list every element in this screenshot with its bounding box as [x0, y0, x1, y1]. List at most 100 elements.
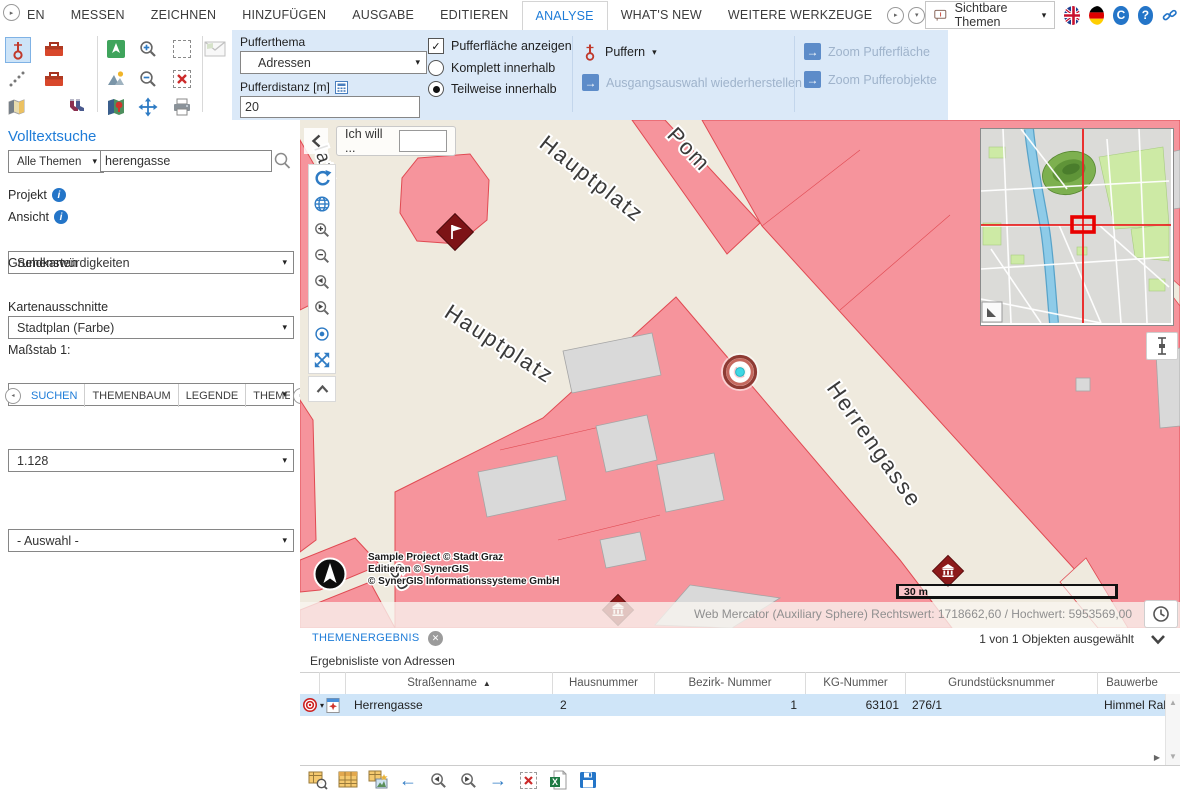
tab-legende[interactable]: LEGENDE — [179, 384, 247, 407]
previous-record-button[interactable]: ← — [396, 768, 420, 792]
menu-item-hinzufuegen[interactable]: HINZUFÜGEN — [229, 1, 339, 29]
bullseye-icon[interactable] — [302, 697, 318, 713]
save-results-button[interactable] — [576, 768, 600, 792]
partial-within-radio[interactable]: Teilweise innerhalb — [428, 81, 557, 97]
search-input[interactable]: herengasse — [100, 150, 272, 172]
ich-will-widget[interactable]: Ich will ... — [336, 126, 456, 156]
menu-item-whats-new[interactable]: WHAT'S NEW — [608, 1, 715, 29]
map-pin-button[interactable] — [104, 95, 128, 119]
scroll-right-icon[interactable]: ▶ — [1154, 753, 1160, 762]
visible-themes-dropdown[interactable]: i Sichtbare Themen ▾ — [925, 1, 1056, 29]
search-icon[interactable] — [272, 151, 292, 171]
scroll-up-icon[interactable]: ▲ — [1169, 698, 1177, 707]
column-grundstuecksnummer[interactable]: Grundstücksnummer — [906, 672, 1098, 694]
next-record-button[interactable]: → — [486, 768, 510, 792]
menu-item-weitere-werkzeuge[interactable]: WEITERE WERKZEUGE — [715, 1, 885, 29]
results-vertical-scrollbar[interactable]: ▲ ▼ — [1165, 694, 1180, 765]
collapse-map-toolbar-button[interactable] — [308, 376, 336, 402]
time-slider-button[interactable] — [1144, 600, 1178, 628]
map-viewport[interactable]: Hauptplatz Pom Hauptplatz Herrengasse So… — [300, 120, 1180, 628]
toolbox-button[interactable] — [42, 37, 66, 61]
row-target-cell[interactable] — [300, 694, 320, 716]
export-excel-button[interactable]: X — [546, 768, 570, 792]
column-bauwerber[interactable]: Bauwerbe — [1098, 672, 1166, 694]
menu-item-analyse[interactable]: ANALYSE — [521, 0, 608, 30]
zoom-to-object-icon[interactable] — [326, 697, 340, 714]
zoom-buffer-objects-button[interactable]: → Zoom Pufferobjekte — [804, 71, 937, 88]
result-row[interactable]: ▾ Herrengasse 2 1 63101 276/1 Himmel Ral… — [300, 694, 1166, 716]
complete-within-radio[interactable]: Komplett innerhalb — [428, 60, 555, 76]
scroll-down-icon[interactable]: ▼ — [1169, 752, 1177, 761]
clear-result-selection-button[interactable] — [516, 768, 540, 792]
selected-address-marker[interactable] — [721, 353, 759, 391]
zoom-next-result-button[interactable] — [456, 768, 480, 792]
show-buffer-area-checkbox[interactable]: ✓ Pufferfläche anzeigen — [428, 38, 572, 54]
form-view-button[interactable] — [366, 768, 390, 792]
zoom-in-map-button[interactable] — [309, 217, 335, 243]
measure-line-button[interactable] — [5, 67, 29, 91]
swipe-tool-button[interactable] — [1146, 332, 1178, 360]
close-results-icon[interactable]: ✕ — [428, 631, 443, 646]
column-kg-nummer[interactable]: KG-Nummer — [806, 672, 906, 694]
toolbox-2-button[interactable] — [42, 67, 66, 91]
menu-expand-icon[interactable]: ▾ — [908, 6, 926, 24]
flag-de-icon[interactable] — [1088, 5, 1105, 25]
buffer-theme-select[interactable]: Adressen ▾ — [240, 51, 427, 74]
app-nav-icon[interactable]: ▸ — [3, 4, 20, 21]
basemap-select[interactable]: Stadtplan (Farbe) ▾ — [8, 316, 294, 339]
menu-item-zeichnen[interactable]: ZEICHNEN — [138, 1, 230, 29]
navigate-button[interactable] — [104, 37, 128, 61]
zoom-buffer-area-button[interactable]: → Zoom Pufferfläche — [804, 43, 930, 60]
row-menu-caret-icon[interactable]: ▾ — [320, 701, 324, 710]
menu-item-en[interactable]: EN — [14, 1, 58, 29]
tab-themenbaum[interactable]: THEMENBAUM — [85, 384, 179, 407]
map-sheet-button[interactable] — [5, 95, 29, 119]
next-extent-button[interactable] — [309, 295, 335, 321]
globe-overview-button[interactable] — [309, 191, 335, 217]
previous-extent-button[interactable] — [309, 269, 335, 295]
refresh-map-button[interactable] — [309, 165, 335, 191]
clear-selection-button[interactable] — [170, 67, 194, 91]
collapse-sidebar-button[interactable] — [304, 128, 328, 154]
menu-scroll-right-icon[interactable]: ▸ — [887, 6, 905, 24]
send-map-button[interactable] — [203, 37, 227, 61]
copyright-badge-icon[interactable]: C — [1113, 5, 1129, 25]
overview-collapse-icon[interactable] — [981, 301, 1003, 323]
menu-item-ausgabe[interactable]: AUSGABE — [339, 1, 427, 29]
landscape-view-button[interactable] — [104, 67, 128, 91]
buffer-distance-input[interactable]: 20 — [240, 96, 420, 118]
select-rectangle-button[interactable] — [170, 37, 194, 61]
search-selection-select[interactable]: - Auswahl - ▾ — [8, 529, 294, 552]
buffer-run-button[interactable]: Puffern ▾ — [582, 43, 657, 61]
tab-themen[interactable]: THEMEN — [246, 384, 290, 407]
search-theme-select[interactable]: Alle Themen ▾ — [8, 150, 104, 173]
tab-suchen[interactable]: SUCHEN — [24, 384, 86, 407]
info-icon[interactable]: i — [51, 188, 66, 202]
tab-themenergebnis[interactable]: THEMENERGEBNIS — [312, 632, 420, 644]
collapse-panel-icon[interactable] — [1150, 634, 1166, 645]
search-in-table-button[interactable] — [306, 768, 330, 792]
print-button[interactable] — [170, 95, 194, 119]
overview-map[interactable] — [980, 128, 1174, 326]
menu-item-editieren[interactable]: EDITIEREN — [427, 1, 521, 29]
ich-will-input[interactable] — [399, 130, 447, 152]
column-bezirk-nummer[interactable]: Bezirk- Nummer — [655, 672, 806, 694]
zoom-previous-result-button[interactable] — [426, 768, 450, 792]
scale-select[interactable]: 1.128 ▾ — [8, 449, 294, 472]
menu-item-messen[interactable]: MESSEN — [58, 1, 138, 29]
row-actions-cell[interactable]: ▾ — [320, 694, 346, 716]
column-hausnummer[interactable]: Hausnummer — [553, 672, 655, 694]
tabs-scroll-left-icon[interactable]: ◂ — [2, 384, 24, 407]
zoom-out-map-button[interactable] — [309, 243, 335, 269]
column-strassenname[interactable]: Straßenname ▲ — [346, 672, 553, 694]
pan-button[interactable] — [136, 95, 160, 119]
buffer-tool-button[interactable] — [5, 37, 31, 63]
flag-en-icon[interactable] — [1064, 5, 1080, 25]
results-horizontal-scrollbar[interactable]: ▶ — [300, 750, 1166, 765]
table-view-button[interactable] — [336, 768, 360, 792]
zoom-in-button[interactable] — [136, 37, 160, 61]
link-icon[interactable] — [1162, 6, 1177, 25]
locate-position-button[interactable] — [309, 321, 335, 347]
restore-selection-button[interactable]: → Ausgangsauswahl wiederherstellen — [582, 74, 802, 91]
info-icon[interactable]: i — [54, 210, 68, 224]
